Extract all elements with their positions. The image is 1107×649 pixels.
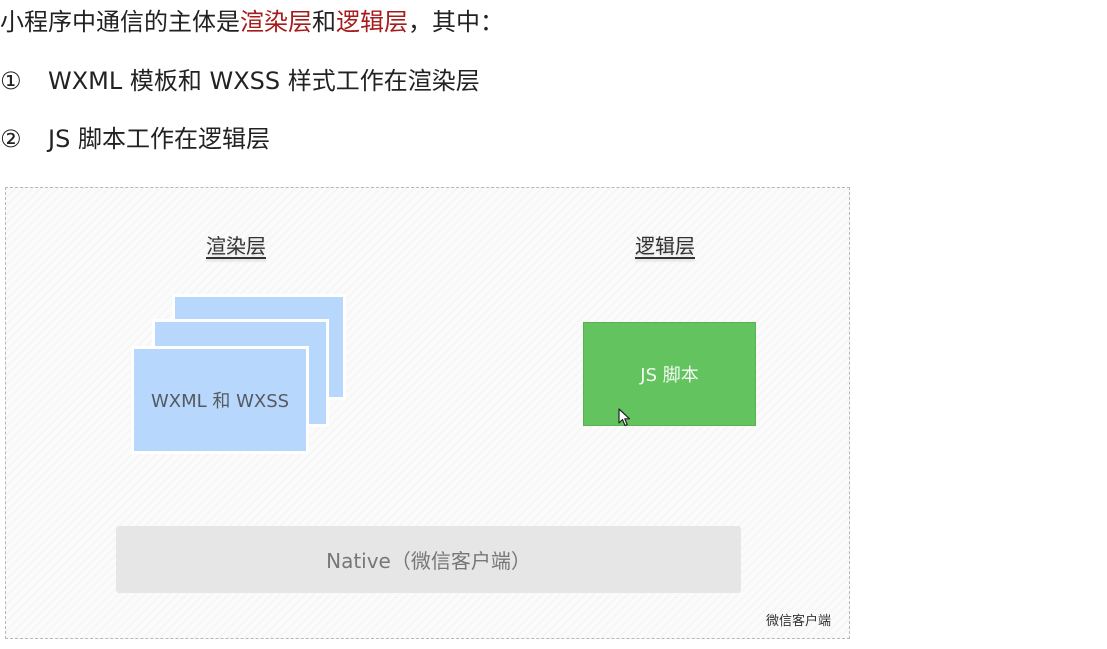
client-label: 微信客户端 <box>765 614 831 629</box>
logic-js-box: JS 脚本 <box>583 322 756 426</box>
render-card-front: WXML 和 WXSS <box>131 346 309 454</box>
native-bar: Native（微信客户端） <box>116 526 741 593</box>
point-1-marker: ① <box>0 67 22 95</box>
intro-render-layer: 渲染层 <box>240 8 312 36</box>
intro-suffix: ，其中： <box>408 8 504 36</box>
mouse-pointer-icon <box>618 408 631 427</box>
logic-box-label: JS 脚本 <box>640 365 699 386</box>
point-1: ① WXML 模板和 WXSS 样式工作在渲染层 <box>0 65 480 97</box>
render-layer-title: 渲染层 <box>206 234 266 258</box>
intro-logic-layer: 逻辑层 <box>336 8 408 36</box>
point-2-marker: ② <box>0 125 22 153</box>
intro-prefix: 小程序中通信的主体是 <box>0 8 240 36</box>
point-2-text: JS 脚本工作在逻辑层 <box>48 125 270 153</box>
logic-layer-title: 逻辑层 <box>635 234 695 258</box>
point-1-text: WXML 模板和 WXSS 样式工作在渲染层 <box>48 67 480 95</box>
point-2: ② JS 脚本工作在逻辑层 <box>0 123 270 155</box>
native-label: Native（微信客户端） <box>326 549 531 573</box>
render-card-label: WXML 和 WXSS <box>150 391 290 412</box>
communication-diagram: 渲染层 逻辑层 WXML 和 WXSS JS 脚本 Native（微信客户端） … <box>5 187 850 639</box>
intro-line: 小程序中通信的主体是渲染层和逻辑层，其中： <box>0 6 504 38</box>
intro-conj: 和 <box>312 8 336 36</box>
